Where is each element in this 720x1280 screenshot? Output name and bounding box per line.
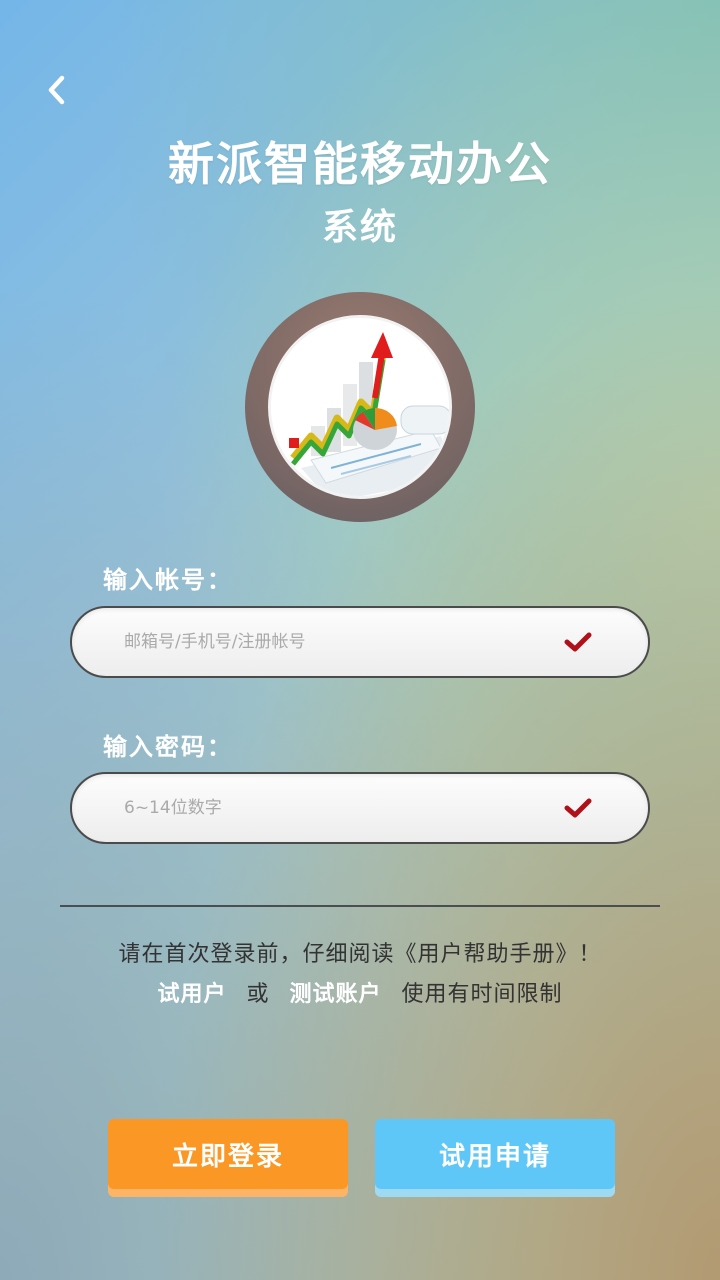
or-text: 或 — [246, 982, 270, 1007]
chevron-left-icon — [48, 75, 65, 105]
back-button[interactable] — [36, 68, 76, 112]
business-chart-icon — [268, 315, 452, 499]
app-subtitle: 系统 — [321, 207, 398, 248]
time-limit-text: 使用有时间限制 — [401, 982, 563, 1007]
divider — [60, 905, 660, 907]
password-input[interactable] — [124, 798, 544, 818]
account-field[interactable] — [70, 606, 650, 678]
login-button[interactable]: 立即登录 — [108, 1119, 348, 1189]
password-field[interactable] — [70, 772, 650, 844]
checkmark-icon — [564, 798, 592, 818]
trial-notice: 试用户 或 测试账户 使用有时间限制 — [0, 976, 720, 1008]
trial-apply-button[interactable]: 试用申请 — [375, 1119, 615, 1189]
account-input[interactable] — [124, 632, 544, 652]
app-title: 新派智能移动办公 — [168, 137, 552, 191]
checkmark-icon — [564, 632, 592, 652]
password-label: 输入密码： — [103, 733, 233, 761]
help-notice: 请在首次登录前，仔细阅读《用户帮助手册》！ — [118, 942, 602, 967]
test-account-text: 测试账户 — [289, 982, 382, 1007]
account-label: 输入帐号： — [103, 566, 233, 594]
logo — [245, 292, 475, 522]
trial-user-text: 试用户 — [157, 982, 227, 1007]
